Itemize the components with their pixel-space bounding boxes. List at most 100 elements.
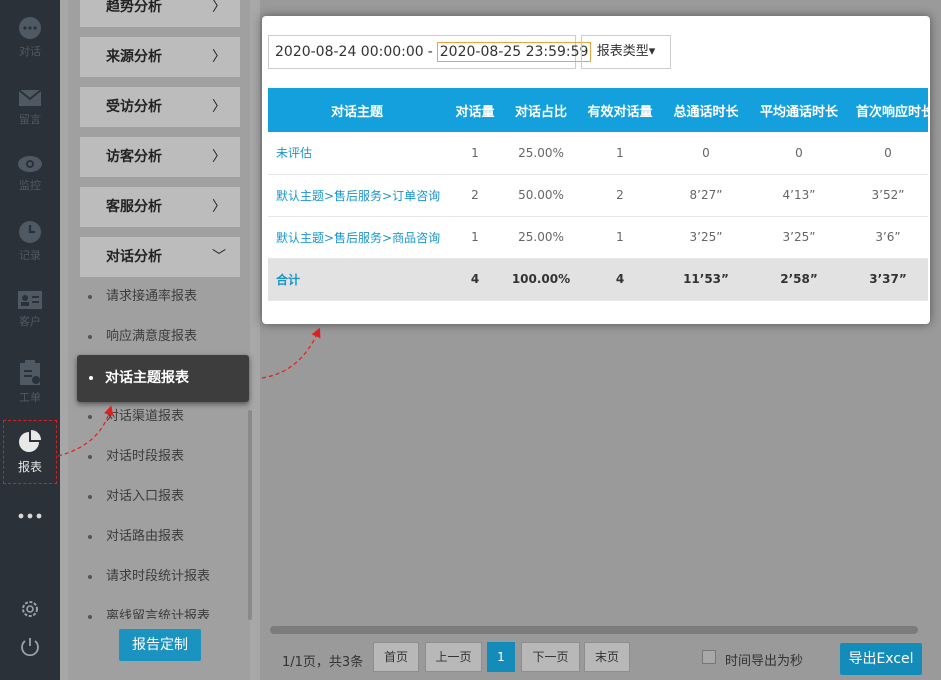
last-page-button[interactable]: 末页	[584, 642, 630, 672]
table-horizontal-scrollbar[interactable]	[270, 626, 918, 634]
submenu-item[interactable]: 请求接通率报表	[88, 287, 197, 307]
total-first-response: 3’37”	[848, 258, 928, 301]
mail-icon	[18, 89, 42, 106]
group-visited-analysis[interactable]: 受访分析 〉	[80, 87, 240, 127]
chevron-right-icon: 〉	[212, 149, 226, 165]
table-row: 默认主题>售后服务>订单咨询 2 50.00% 2 8’27” 4’13” 3’…	[268, 174, 928, 217]
topic-link[interactable]: 未评估	[268, 132, 446, 175]
export-seconds-checkbox[interactable]	[702, 650, 716, 664]
rail-label: 留言	[19, 113, 41, 126]
cell-count: 2	[446, 174, 504, 217]
total-duration: 11’53”	[662, 258, 750, 301]
cell-first-response: 0	[848, 132, 928, 175]
group-agent-analysis[interactable]: 客服分析 〉	[80, 187, 240, 227]
col-header-ratio[interactable]: 对话占比	[504, 88, 578, 132]
clipboard-icon	[20, 360, 40, 385]
col-header-count[interactable]: 对话量	[446, 88, 504, 132]
export-excel-button[interactable]: 导出Excel	[840, 643, 922, 675]
group-source-analysis[interactable]: 来源分析 〉	[80, 37, 240, 77]
report-type-dropdown[interactable]: 报表类型▾	[581, 35, 671, 69]
gear-icon	[22, 601, 38, 617]
submenu-item[interactable]: 响应满意度报表	[88, 327, 197, 347]
col-header-first-response[interactable]: 首次响应时长	[848, 88, 928, 132]
submenu-item-active[interactable]: 对话主题报表	[77, 355, 249, 402]
chevron-down-icon: ﹀	[212, 249, 226, 265]
date-range-input[interactable]: 2020-08-24 00:00:00-2020-08-25 23:59:59	[268, 35, 592, 69]
date-separator: -	[427, 44, 433, 60]
rail-label: 客户	[19, 315, 41, 328]
table-row: 未评估 1 25.00% 1 0 0 0	[268, 132, 928, 175]
cell-ratio: 50.00%	[504, 174, 578, 217]
topic-link[interactable]: 默认主题>售后服务>订单咨询	[268, 174, 446, 217]
power-button[interactable]	[0, 636, 60, 658]
chevron-right-icon: 〉	[212, 49, 226, 65]
rail-item-records[interactable]: 记录	[0, 220, 60, 263]
group-conversation-analysis[interactable]: 对话分析 ﹀	[80, 237, 240, 277]
rail-item-message[interactable]: 留言	[0, 88, 60, 127]
group-label: 客服分析	[106, 199, 162, 215]
pie-chart-icon	[19, 430, 41, 452]
date-start[interactable]: 2020-08-24 00:00:00	[275, 44, 424, 60]
col-header-total-duration[interactable]: 总通话时长	[662, 88, 750, 132]
table-header-row: 对话主题 对话量 对话占比 有效对话量 总通话时长 平均通话时长 首次响应时长	[268, 88, 928, 132]
chevron-right-icon: 〉	[212, 99, 226, 115]
rail-item-report[interactable]: 报表	[3, 420, 57, 484]
group-label: 访客分析	[106, 149, 162, 165]
group-label: 受访分析	[106, 99, 162, 115]
cell-total-duration: 0	[662, 132, 750, 175]
custom-report-button[interactable]: 报告定制	[119, 629, 201, 661]
group-trend-analysis[interactable]: 趋势分析 〉	[80, 0, 240, 27]
submenu-scrollbar[interactable]	[248, 410, 252, 620]
group-label: 来源分析	[106, 49, 162, 65]
cell-avg-duration: 0	[750, 132, 848, 175]
rail-label: 对话	[19, 45, 41, 58]
col-header-valid-count[interactable]: 有效对话量	[578, 88, 662, 132]
rail-label: 记录	[19, 249, 41, 262]
col-header-avg-duration[interactable]: 平均通话时长	[750, 88, 848, 132]
cell-total-duration: 8’27”	[662, 174, 750, 217]
submenu-item[interactable]: 离线留言统计报表	[88, 607, 210, 619]
settings-button[interactable]	[0, 598, 60, 620]
cell-first-response: 3’6”	[848, 216, 928, 259]
submenu-item[interactable]: 对话渠道报表	[88, 407, 184, 427]
date-end[interactable]: 2020-08-25 23:59:59	[436, 42, 592, 62]
group-label: 对话分析	[106, 249, 162, 265]
prev-page-button[interactable]: 上一页	[425, 642, 482, 672]
total-label: 合计	[268, 258, 446, 301]
table-row: 默认主题>售后服务>商品咨询 1 25.00% 1 3’25” 3’25” 3’…	[268, 216, 928, 259]
annotation-arrow	[261, 327, 321, 379]
eye-icon	[18, 156, 42, 172]
cell-avg-duration: 4’13”	[750, 174, 848, 217]
export-seconds-label: 时间导出为秒	[725, 654, 804, 669]
rail-item-monitor[interactable]: 监控	[0, 154, 60, 193]
power-icon	[21, 638, 39, 657]
col-header-topic[interactable]: 对话主题	[268, 88, 446, 132]
rail-item-chat[interactable]: 对话	[0, 16, 60, 59]
submenu-item[interactable]: 对话入口报表	[88, 487, 184, 507]
first-page-button[interactable]: 首页	[373, 642, 419, 672]
group-visitor-analysis[interactable]: 访客分析 〉	[80, 137, 240, 177]
total-count: 4	[446, 258, 504, 301]
current-page-button[interactable]: 1	[487, 642, 515, 672]
report-table: 对话主题 对话量 对话占比 有效对话量 总通话时长 平均通话时长 首次响应时长 …	[268, 88, 928, 301]
submenu-item[interactable]: 对话时段报表	[88, 447, 184, 467]
chevron-right-icon: 〉	[212, 0, 226, 15]
clock-icon	[19, 221, 41, 243]
rail-item-ticket[interactable]: 工单	[0, 360, 60, 405]
topic-link[interactable]: 默认主题>售后服务>商品咨询	[268, 216, 446, 259]
pagination-info: 1/1页，共3条	[282, 655, 364, 670]
chevron-right-icon: 〉	[212, 199, 226, 215]
submenu-item[interactable]: 对话路由报表	[88, 527, 184, 547]
table-total-row: 合计 4 100.00% 4 11’53” 2’58” 3’37”	[268, 258, 928, 301]
cell-count: 1	[446, 216, 504, 259]
cell-count: 1	[446, 132, 504, 175]
cell-valid-count: 2	[578, 174, 662, 217]
cell-valid-count: 1	[578, 216, 662, 259]
rail-label: 工单	[19, 391, 41, 404]
submenu-item[interactable]: 请求时段统计报表	[88, 567, 210, 587]
rail-label: 报表	[17, 460, 42, 474]
more-button[interactable]	[0, 512, 60, 520]
rail-label: 监控	[19, 179, 41, 192]
rail-item-customer[interactable]: 客户	[0, 290, 60, 329]
next-page-button[interactable]: 下一页	[521, 642, 580, 672]
